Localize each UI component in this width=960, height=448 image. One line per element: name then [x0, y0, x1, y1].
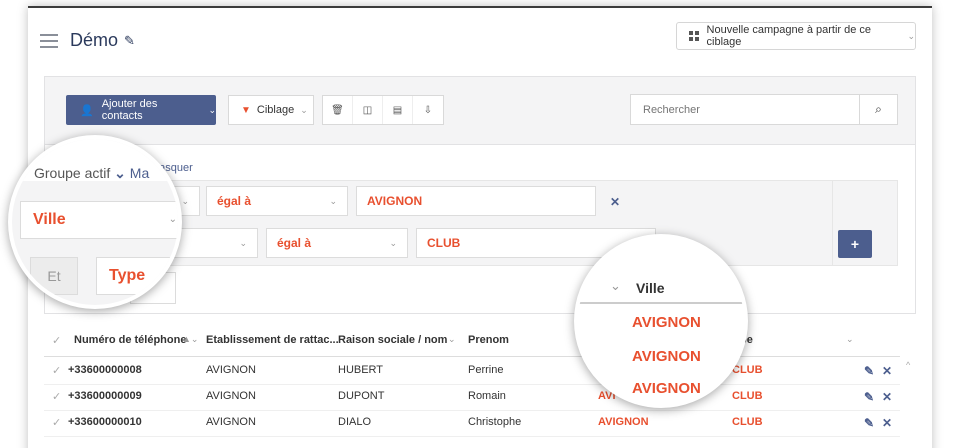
delete-icon[interactable]: ✕	[882, 390, 892, 404]
group-label: Groupe actif ⌄ Ma	[34, 165, 149, 182]
chevron-down-icon: ⌄	[300, 104, 308, 115]
raison-cell: HUBERT	[338, 364, 384, 376]
add-contacts-button[interactable]: 👤 Ajouter des contacts ⌄	[66, 95, 216, 125]
delete-icon[interactable]: ✕	[882, 416, 892, 430]
type-cell: CLUB	[732, 364, 763, 376]
chevron-down-icon: ⌄	[208, 104, 216, 115]
list-icon	[40, 33, 58, 48]
value-label: AVIGNON	[367, 194, 423, 208]
edit-pencil-icon[interactable]: ✎	[864, 364, 874, 378]
close-icon[interactable]: ✕	[610, 195, 620, 209]
chevron-down-icon: ⌄	[168, 214, 177, 225]
etab-cell: AVIGNON	[206, 390, 256, 402]
search-icon: ⌕	[875, 102, 882, 116]
title-text: Démo	[70, 30, 119, 50]
document-icon[interactable]: ▤	[383, 96, 413, 124]
magnifier-ville: ⌄ Ville AVIGNON AVIGNON AVIGNON	[574, 234, 748, 408]
hide-link-partial[interactable]: Ma	[130, 165, 149, 181]
phone-cell: +33600000009	[68, 390, 142, 402]
col-raison[interactable]: Raison sociale / nom	[338, 334, 447, 346]
operator-label: égal à	[217, 194, 252, 208]
etab-cell: AVIGNON	[206, 416, 256, 428]
chevron-down-icon: ⌄	[389, 237, 397, 248]
search-input[interactable]	[630, 94, 860, 125]
page-title: Démo ✎	[40, 30, 135, 51]
ciblage-button[interactable]: ▼ Ciblage ⌄	[228, 95, 314, 125]
chevron-down-icon: ⌄	[610, 278, 621, 293]
ville-header-divider	[578, 302, 744, 304]
operator-select-2[interactable]: égal à ⌄	[266, 228, 408, 258]
scroll-up-icon[interactable]: ^	[906, 360, 910, 370]
select-all-check[interactable]: ✓	[52, 334, 61, 347]
field-select-2[interactable]: ⌄	[170, 228, 258, 258]
magnifier-filters: Groupe actif ⌄ Ma Ville ⌄ Et Type	[8, 135, 182, 309]
chevron-down-icon: ⌄	[181, 195, 189, 206]
field-type-label: Type	[109, 267, 146, 284]
row-divider	[44, 436, 900, 437]
chevron-down-icon: ⌄	[239, 237, 247, 248]
chevron-down-icon: ⌄	[329, 195, 337, 206]
columns-icon[interactable]: ◫	[353, 96, 383, 124]
ville-cell: AVIGNON	[632, 348, 701, 365]
row-check[interactable]: ✓	[52, 364, 61, 377]
new-campaign-button[interactable]: Nouvelle campagne à partir de ce ciblage…	[676, 22, 916, 50]
col-prenom[interactable]: Prenom	[468, 334, 509, 346]
col-phone[interactable]: Numéro de téléphone	[74, 334, 186, 346]
chevron-down-icon: ⌄	[907, 30, 915, 41]
row-check[interactable]: ✓	[52, 390, 61, 403]
group-label-text: Groupe actif	[34, 165, 111, 181]
delete-icon[interactable]: ✕	[882, 364, 892, 378]
chevron-down-icon[interactable]: ⌄	[448, 334, 456, 345]
search-button[interactable]: ⌕	[860, 94, 898, 125]
prenom-cell: Perrine	[468, 364, 504, 376]
row-check[interactable]: ✓	[52, 416, 61, 429]
etab-cell: AVIGNON	[206, 364, 256, 376]
chevron-down-icon: ⌄	[114, 165, 126, 181]
header-divider	[44, 356, 900, 357]
new-campaign-label: Nouvelle campagne à partir de ce ciblage	[706, 24, 872, 48]
value-label: CLUB	[427, 236, 461, 250]
raison-cell: DUPONT	[338, 390, 385, 402]
field-select-type[interactable]: Type	[96, 257, 178, 295]
grid-icon	[689, 31, 699, 41]
trash-icon[interactable]: 🗑	[323, 96, 353, 124]
type-cell: CLUB	[732, 390, 763, 402]
add-filter-button[interactable]: +	[838, 230, 872, 258]
ville-cell: AVIGNON	[598, 416, 649, 428]
phone-cell: +33600000010	[68, 416, 142, 428]
connector-et[interactable]: Et	[30, 257, 78, 295]
value-input-1[interactable]: AVIGNON	[356, 186, 596, 216]
ciblage-label: Ciblage	[256, 104, 295, 116]
operator-select-1[interactable]: égal à ⌄	[206, 186, 348, 216]
type-cell: CLUB	[732, 416, 763, 428]
row-divider	[44, 384, 900, 385]
field-ville-label: Ville	[33, 211, 66, 228]
ville-cell: AVIGNON	[632, 380, 701, 397]
col-etab[interactable]: Etablissement de rattac...	[206, 334, 339, 346]
edit-pencil-icon[interactable]: ✎	[864, 416, 874, 430]
tool-buttons: 🗑 ◫ ▤ ⇩	[322, 95, 444, 125]
filter-icon: ▼	[241, 104, 251, 116]
field-select-ville[interactable]: Ville ⌄	[20, 201, 178, 239]
phone-cell: +33600000008	[68, 364, 142, 376]
sort-icon[interactable]: ▲⌄	[182, 334, 198, 345]
operator-label: égal à	[277, 236, 312, 250]
edit-pencil-icon[interactable]: ✎	[864, 390, 874, 404]
add-contacts-label: Ajouter des contacts	[101, 98, 158, 122]
prenom-cell: Romain	[468, 390, 506, 402]
edit-pencil-icon[interactable]: ✎	[124, 33, 135, 49]
ville-header[interactable]: Ville	[636, 280, 665, 296]
add-user-icon: 👤	[80, 104, 94, 117]
raison-cell: DIALO	[338, 416, 372, 428]
prenom-cell: Christophe	[468, 416, 522, 428]
chevron-down-icon[interactable]: ⌄	[846, 334, 854, 345]
ville-cell: AVIGNON	[632, 314, 701, 331]
export-icon[interactable]: ⇩	[413, 96, 443, 124]
row-divider	[44, 410, 900, 411]
